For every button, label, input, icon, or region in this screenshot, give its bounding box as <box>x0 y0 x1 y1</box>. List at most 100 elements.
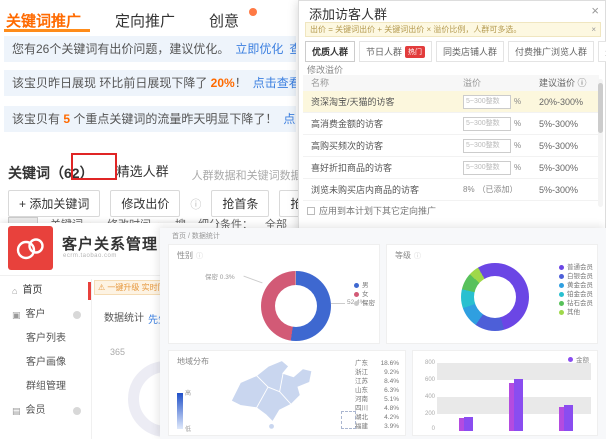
view-account-bids-link[interactable]: 查看全账户出价 <box>289 42 296 56</box>
legend-item: 普通会员 <box>559 263 593 272</box>
optimize-now-link[interactable]: 立即优化 <box>235 42 283 56</box>
card-title: 等级 <box>395 250 411 261</box>
south-sea-inset <box>341 411 356 429</box>
info-icon[interactable]: ⓘ <box>414 251 421 261</box>
tab-paid-promo-audience[interactable]: 付费推广浏览人群 <box>508 41 594 62</box>
bar <box>514 379 523 431</box>
stats-heading: 数据统计 <box>104 309 144 324</box>
sidebar-item-home[interactable]: ⌂ 首页 <box>0 279 91 303</box>
legend-dot <box>559 301 564 306</box>
y-tick: 600 <box>415 377 435 383</box>
map-gradient-legend <box>177 393 183 429</box>
premium-input[interactable] <box>463 117 511 131</box>
legend-dot <box>559 265 564 270</box>
impression-drop-text: 该宝贝昨日展现 环比前日展现下降了 <box>12 76 211 90</box>
table-row: 浏览未购买店内商品的访客 8%（已添加） 5%-300% <box>303 179 599 201</box>
nav-tab-creative[interactable]: 创意 <box>209 10 239 31</box>
bar <box>564 405 573 431</box>
gradient-low-label: 低 <box>185 424 191 433</box>
bar-plot-area <box>437 363 591 431</box>
sidebar-item-customer-list[interactable]: 客户列表 <box>0 327 91 351</box>
legend-dot <box>354 301 359 306</box>
impression-drop-value: 20% <box>211 76 235 90</box>
legend-item: 白银会员 <box>559 272 593 281</box>
gradient-high-label: 高 <box>185 388 191 397</box>
premium-input[interactable] <box>463 139 511 153</box>
bid-issue-notice: 您有26个关键词有出价问题，建议优化。立即优化查看全账户出价 <box>4 36 296 62</box>
apply-checkbox-label: 应用到本计划下其它定向推广 <box>319 204 436 217</box>
crm-logo <box>8 226 53 270</box>
scrollbar-thumb[interactable] <box>598 83 603 133</box>
modal-close-icon[interactable]: × <box>591 3 599 18</box>
callout-line <box>243 276 262 284</box>
sidebar-item-customers[interactable]: ▣ 客户 <box>0 303 91 327</box>
crm-subtitle: ecrm.taobao.com <box>63 253 117 259</box>
level-legend: 普通会员白银会员黄金会员铂金会员钻石会员其他 <box>559 263 593 317</box>
donut-hole <box>275 285 317 327</box>
active-tab-underline <box>4 29 90 32</box>
customers-icon: ▣ <box>12 303 21 327</box>
china-map <box>205 357 345 431</box>
bar-chart-card: 金额 800 600 400 200 0 <box>412 350 598 436</box>
add-keyword-button[interactable]: + 添加关键词 <box>8 190 100 217</box>
apply-checkbox[interactable] <box>307 207 315 215</box>
gender-chart-card: 性别ⓘ 保密 0.3% 52.4% 男 女 保密 <box>168 244 380 344</box>
table-header: 名称 溢价 建议溢价 ⓘ <box>303 75 599 91</box>
dashboard-overlay: 首页 / 数据统计 性别ⓘ 保密 0.3% 52.4% 男 女 保密 等级ⓘ 普… <box>160 228 606 439</box>
tab-similar-shop-audience[interactable]: 同类店铺人群 <box>436 41 504 62</box>
sidebar-item-group-management[interactable]: 群组管理 <box>0 375 91 399</box>
bar <box>464 417 473 431</box>
impression-view-link[interactable]: 点击查看 <box>253 76 296 90</box>
modal-scrollbar[interactable] <box>598 79 603 207</box>
table-row: 高消费金额的访客 % 5%-300% <box>303 113 599 135</box>
legend-dot <box>559 292 564 297</box>
legend-dot <box>559 310 564 315</box>
nav-tab-keyword-promotion[interactable]: 关键词推广 <box>6 10 81 31</box>
tab-premium-audience[interactable]: 优质人群 <box>305 41 355 62</box>
legend-item: 铂金会员 <box>559 290 593 299</box>
tab-weather-audience[interactable]: 天气人群 <box>598 41 606 62</box>
legend-item: 黄金会员 <box>559 281 593 290</box>
province-row: 广东18.6% <box>355 359 399 368</box>
audience-tabs: 优质人群 节日人群热门 同类店铺人群 付费推广浏览人群 天气人群 人口属性人群 <box>305 41 606 62</box>
hot-badge: 热门 <box>405 46 425 58</box>
tab-festival-audience[interactable]: 节日人群热门 <box>359 41 432 62</box>
notice-close-icon[interactable]: × <box>591 23 596 36</box>
level-chart-card: 等级ⓘ 普通会员白银会员黄金会员铂金会员钻石会员其他 <box>386 244 598 344</box>
nav-tab-targeting-promotion[interactable]: 定向推广 <box>115 10 175 31</box>
gender-callout-left: 保密 0.3% <box>205 271 235 281</box>
modify-bid-info-icon[interactable]: ⓘ <box>190 196 201 212</box>
add-visitor-audience-modal: 添加访客人群 × × 出价 = 关键词出价 + 关键词出价 × 溢价比例，人群可… <box>298 0 606 236</box>
sidebar-item-customer-profile[interactable]: 客户画像 <box>0 351 91 375</box>
apply-to-plan-row: 应用到本计划下其它定向推广 <box>307 204 436 217</box>
notification-dot <box>73 407 81 415</box>
legend-dot <box>559 283 564 288</box>
province-row: 浙江9.2% <box>355 368 399 377</box>
home-icon: ⌂ <box>12 279 17 303</box>
tab-selected-audience[interactable]: 精选人群 <box>112 158 174 183</box>
traffic-view-link[interactable]: 点击查看 <box>283 112 296 126</box>
premium-input[interactable] <box>463 95 511 109</box>
grab-first-button[interactable]: 抢首条 <box>211 190 269 217</box>
sidebar-item-members[interactable]: ▤ 会员 <box>0 399 91 423</box>
province-row: 福建3.9% <box>355 422 399 431</box>
breadcrumb: 首页 / 数据统计 <box>172 231 220 241</box>
screenshot-stage: 关键词推广 定向推广 创意 您有26个关键词有出价问题，建议优化。立即优化查看全… <box>0 0 606 439</box>
cloud-logo-icon <box>8 226 53 270</box>
province-row: 河南5.1% <box>355 395 399 404</box>
province-row: 湖北4.2% <box>355 413 399 422</box>
creative-notification-dot <box>249 8 257 16</box>
notification-dot <box>73 311 81 319</box>
modify-bid-button[interactable]: 修改出价 <box>110 190 180 217</box>
modal-title: 添加访客人群 <box>309 4 387 23</box>
premium-input[interactable] <box>463 161 511 175</box>
legend-dot <box>568 357 573 362</box>
callout-line <box>331 303 345 304</box>
legend-dot <box>354 292 359 297</box>
col-premium: 溢价 <box>463 75 539 91</box>
bid-issue-text: 您有26个关键词有出价问题，建议优化。 <box>12 42 229 56</box>
province-row: 四川4.8% <box>355 404 399 413</box>
info-icon[interactable]: ⓘ <box>196 251 203 261</box>
partial-number: 365 <box>110 347 125 357</box>
y-tick: 400 <box>415 394 435 400</box>
